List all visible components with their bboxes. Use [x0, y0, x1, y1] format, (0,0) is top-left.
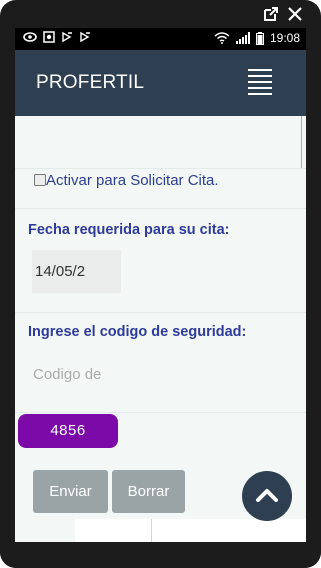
- signal-icon: [235, 32, 250, 44]
- captcha-code: 4856: [18, 414, 118, 448]
- wifi-icon: [214, 32, 230, 44]
- gesture-icon: [62, 31, 72, 43]
- divider: [15, 208, 306, 209]
- divider: [15, 168, 306, 169]
- open-external-icon[interactable]: [262, 5, 280, 23]
- security-code-input[interactable]: Codigo de: [32, 355, 113, 395]
- status-bar: 19:08: [15, 28, 306, 50]
- close-icon[interactable]: [286, 5, 304, 23]
- submit-button[interactable]: Enviar: [33, 470, 108, 513]
- app-title: PROFERTIL: [36, 72, 145, 93]
- battery-icon: [255, 31, 264, 45]
- app-screen: PROFERTIL Activar para Solicitar Cita. F…: [15, 50, 306, 542]
- footer-separator: [151, 519, 152, 542]
- eye-icon: [23, 32, 37, 42]
- date-input[interactable]: 14/05/2: [32, 250, 121, 293]
- device-frame: 19:08 PROFERTIL Activar para Solicitar C…: [0, 0, 321, 568]
- menu-icon[interactable]: [248, 68, 272, 98]
- request-appointment-checkbox[interactable]: [34, 174, 46, 186]
- footer-strip: [75, 519, 306, 542]
- device-bottom-bezel: [0, 542, 321, 568]
- checkbox-label: Activar para Solicitar Cita.: [46, 172, 219, 189]
- vertical-divider: [301, 116, 302, 168]
- scroll-top-button[interactable]: [242, 471, 292, 521]
- divider: [15, 312, 306, 313]
- reset-button[interactable]: Borrar: [112, 470, 185, 513]
- app-header: PROFERTIL: [15, 50, 306, 116]
- date-heading: Fecha requerida para su cita:: [28, 222, 230, 238]
- record-icon: [43, 31, 55, 43]
- security-code-heading: Ingrese el codigo de seguridad:: [28, 324, 247, 340]
- gesture-icon: [80, 31, 90, 43]
- chevron-up-icon: [256, 489, 278, 502]
- status-time: 19:08: [269, 31, 300, 45]
- divider: [15, 412, 306, 413]
